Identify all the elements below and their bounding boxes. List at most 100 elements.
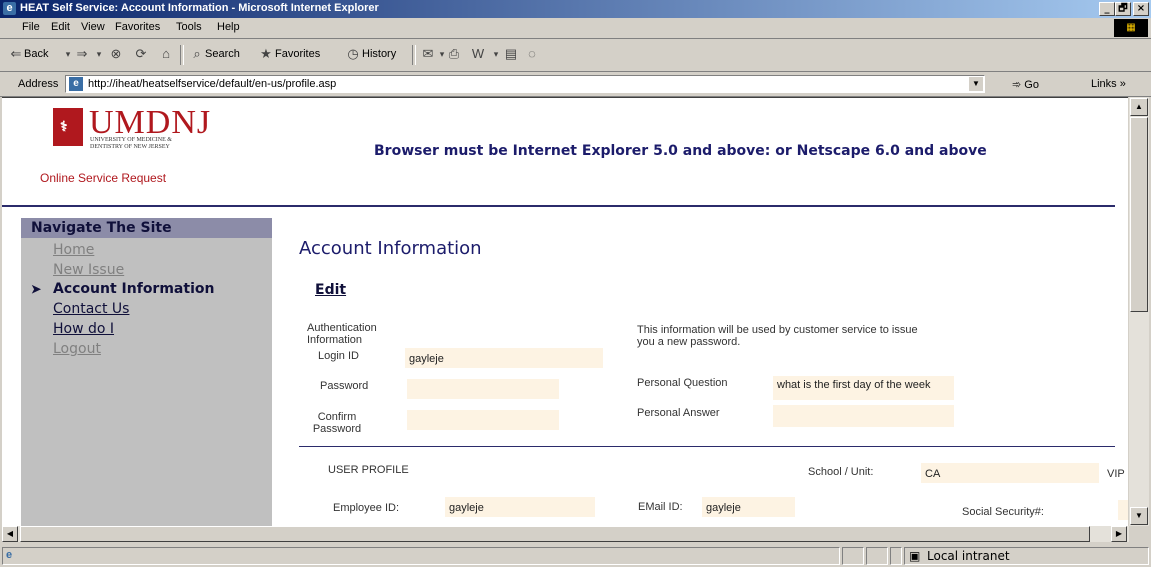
status-panel <box>890 547 902 565</box>
address-bar: Address e http://iheat/heatselfservice/d… <box>0 72 1151 97</box>
go-arrow-icon: ➾ <box>1012 79 1022 91</box>
browser-message: Browser must be Internet Explorer 5.0 an… <box>374 143 987 159</box>
header-divider <box>2 205 1115 207</box>
horizontal-scrollbar[interactable]: ◀ ▶ <box>2 526 1129 542</box>
nav-item-new-issue[interactable]: New Issue <box>53 262 124 278</box>
go-label: Go <box>1024 79 1039 91</box>
history-button[interactable]: History <box>362 48 396 60</box>
nav-item-account-information[interactable]: Account Information <box>53 281 214 297</box>
favorites-icon[interactable]: ★ <box>258 46 274 62</box>
logo-subtitle: University of Medicine & Dentistry of Ne… <box>90 137 172 150</box>
vertical-scrollbar[interactable]: ▲ ▼ <box>1129 97 1149 526</box>
menu-view[interactable]: View <box>81 21 105 33</box>
zone-panel: ▣ Local intranet <box>904 547 1149 565</box>
question-label: Personal Question <box>637 377 728 389</box>
intranet-icon: ▣ <box>909 549 921 563</box>
email-field[interactable]: gayleje <box>702 497 795 517</box>
nav-title: Navigate The Site <box>21 218 272 238</box>
answer-field[interactable] <box>773 405 954 427</box>
login-field[interactable]: gayleje <box>405 348 603 368</box>
search-button[interactable]: Search <box>205 48 240 60</box>
forward-dropdown-icon[interactable]: ▾ <box>91 46 107 62</box>
nav-item-how-do-i[interactable]: How do I <box>53 321 114 337</box>
vip-label: VIP <box>1107 468 1125 480</box>
nav-item-home[interactable]: Home <box>53 242 94 258</box>
page-icon: e <box>69 77 83 91</box>
password-field[interactable] <box>407 379 559 399</box>
school-field[interactable]: CA <box>921 463 1099 483</box>
ssn-label: Social Security#: <box>962 506 1044 518</box>
side-navigation: Navigate The Site Home New Issue ➤ Accou… <box>21 218 272 527</box>
nav-item-contact-us[interactable]: Contact Us <box>53 301 129 317</box>
menu-bar: File Edit View Favorites Tools Help ▦ <box>0 18 1151 39</box>
address-dropdown-icon[interactable]: ▼ <box>969 77 983 91</box>
question-field[interactable]: what is the first day of the week <box>773 376 954 400</box>
history-icon[interactable]: ◷ <box>345 46 361 62</box>
address-url[interactable]: http://iheat/heatselfservice/default/en-… <box>88 78 336 90</box>
search-icon[interactable]: ⌕ <box>189 46 205 62</box>
edit-dropdown-icon[interactable]: ▾ <box>488 46 504 62</box>
title-bar: e HEAT Self Service: Account Information… <box>0 0 1151 18</box>
toolbar-separator <box>180 45 184 65</box>
service-title: Online Service Request <box>40 171 167 185</box>
shield-icon: ⚕ <box>53 108 83 146</box>
password-label: Password <box>320 380 369 392</box>
home-icon[interactable]: ⌂ <box>158 46 174 62</box>
employee-id-label: Employee ID: <box>333 502 400 514</box>
ssn-field[interactable] <box>1118 500 1128 520</box>
status-bar: e ▣ Local intranet <box>0 545 1151 567</box>
vertical-scroll-thumb[interactable] <box>1130 117 1148 312</box>
window-title: HEAT Self Service: Account Information -… <box>20 2 379 14</box>
links-button[interactable]: Links » <box>1091 78 1126 90</box>
restore-button[interactable]: 🗗 <box>1115 2 1131 16</box>
answer-label: Personal Answer <box>637 407 720 419</box>
login-label: Login ID <box>318 350 359 362</box>
stop-icon[interactable]: ⊗ <box>108 46 124 62</box>
profile-label: USER PROFILE <box>328 464 409 476</box>
edit-link[interactable]: Edit <box>315 282 346 298</box>
horizontal-scroll-thumb[interactable] <box>20 526 1090 542</box>
go-button[interactable]: ➾ Go <box>1012 78 1039 91</box>
scroll-up-icon[interactable]: ▲ <box>1130 98 1148 116</box>
scroll-left-icon[interactable]: ◀ <box>2 526 18 542</box>
menu-help[interactable]: Help <box>217 21 240 33</box>
nav-item-logout[interactable]: Logout <box>53 341 101 357</box>
status-text-panel: e <box>2 547 840 565</box>
back-arrow-icon[interactable]: ⇐ <box>8 46 24 62</box>
menu-tools[interactable]: Tools <box>176 21 202 33</box>
status-page-icon: e <box>6 549 13 561</box>
discuss-icon[interactable]: ▤ <box>503 46 519 62</box>
page-title: Account Information <box>299 238 482 259</box>
employee-id-field[interactable]: gayleje <box>445 497 595 517</box>
word-icon[interactable]: W <box>470 46 486 62</box>
section-divider <box>299 446 1115 447</box>
forward-icon[interactable]: ⇒ <box>74 46 90 62</box>
refresh-icon[interactable]: ⟳ <box>133 46 149 62</box>
confirm-label: Confirm Password <box>312 411 362 435</box>
favorites-button[interactable]: Favorites <box>275 48 320 60</box>
print-icon[interactable]: ⎙ <box>446 46 462 62</box>
confirm-field[interactable] <box>407 410 559 430</box>
active-arrow-icon: ➤ <box>31 282 42 296</box>
toolbar-separator <box>412 45 416 65</box>
menu-favorites[interactable]: Favorites <box>115 21 160 33</box>
address-label: Address <box>18 78 59 90</box>
toolbar: ⇐ Back ▾ ⇒ ▾ ⊗ ⟳ ⌂ ⌕ Search ★ Favorites … <box>0 39 1151 72</box>
status-panel <box>866 547 888 565</box>
scroll-down-icon[interactable]: ▼ <box>1130 507 1148 525</box>
address-input[interactable]: e http://iheat/heatselfservice/default/e… <box>65 75 985 93</box>
school-label: School / Unit: <box>808 466 874 478</box>
auth-label: Authentication Information <box>307 322 377 346</box>
messenger-icon[interactable]: ◌ <box>524 46 540 62</box>
info-text: This information will be used by custome… <box>637 324 918 348</box>
minimize-button[interactable]: _ <box>1099 2 1115 16</box>
menu-file[interactable]: File <box>22 21 40 33</box>
status-panel <box>842 547 864 565</box>
close-button[interactable]: × <box>1133 2 1149 16</box>
back-button[interactable]: Back <box>24 48 48 60</box>
scroll-right-icon[interactable]: ▶ <box>1111 526 1127 542</box>
zone-label: Local intranet <box>927 549 1010 563</box>
email-label: EMail ID: <box>638 501 683 513</box>
menu-edit[interactable]: Edit <box>51 21 70 33</box>
ie-icon: e <box>3 2 16 15</box>
